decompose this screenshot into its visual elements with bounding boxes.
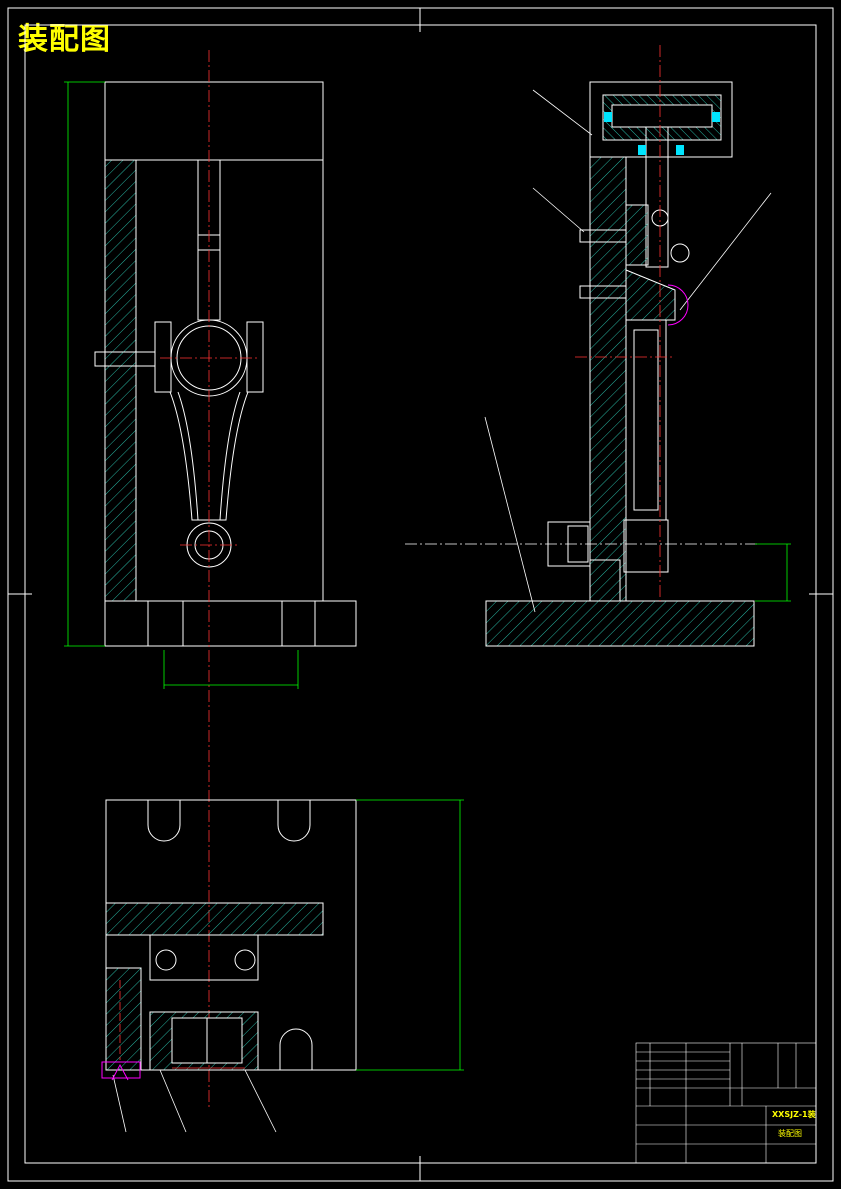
front-view — [94, 81, 357, 647]
side-view-dims — [755, 543, 791, 602]
side-view — [485, 81, 755, 647]
assembly-drawing — [7, 7, 834, 1182]
drawing-number: XXSJZ-1装 — [772, 1110, 816, 1119]
front-view-centerlines — [160, 50, 260, 1110]
drawing-name: 装配图 — [778, 1129, 802, 1138]
title-block — [635, 1042, 817, 1164]
top-view — [105, 799, 357, 1071]
top-view-dims — [356, 799, 464, 1071]
